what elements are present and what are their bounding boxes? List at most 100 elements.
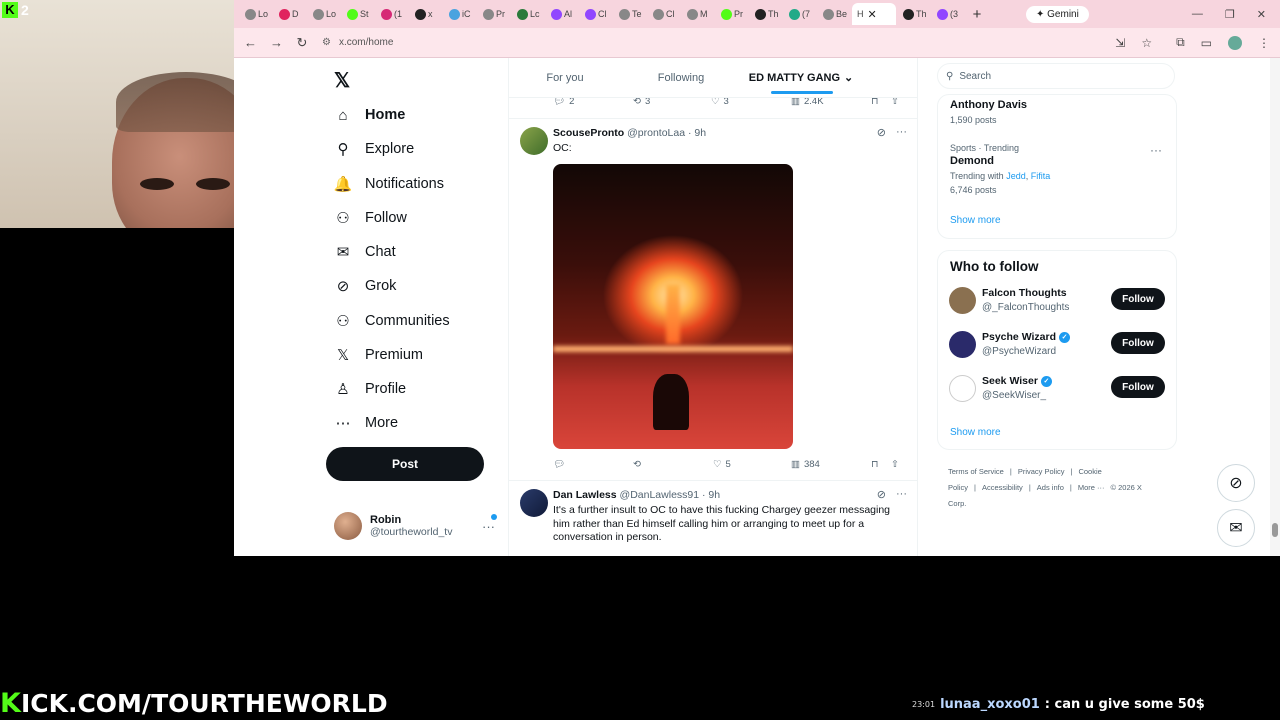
browser-tab[interactable]: Cl xyxy=(580,3,612,25)
trend-name[interactable]: Anthony Davis xyxy=(950,99,1027,111)
footer-link[interactable]: More ··· xyxy=(1078,483,1105,492)
tweet-author-name[interactable]: ScousePronto xyxy=(553,127,624,139)
new-tab-button[interactable]: + xyxy=(966,6,988,23)
grok-float-icon[interactable]: ⊘ xyxy=(1217,464,1255,502)
tweet-author-avatar[interactable] xyxy=(520,489,548,517)
nav-item-profile[interactable]: ♙ Profile xyxy=(334,380,406,398)
nav-item-home[interactable]: ⌂ Home xyxy=(334,106,405,124)
nav-item-communities[interactable]: ⚇ Communities xyxy=(334,312,449,330)
views-button[interactable]: ▥ 384 xyxy=(791,459,871,470)
search-input[interactable]: ⚲ Search xyxy=(937,63,1175,89)
tweet[interactable]: ScousePronto @prontoLaa · 9h ⊘ ··· OC: 💬︎… xyxy=(509,118,917,478)
browser-tab[interactable]: Pr xyxy=(478,3,510,25)
grok-icon[interactable]: ⊘ xyxy=(877,126,886,139)
footer-link[interactable]: Accessibility xyxy=(982,483,1023,492)
follow-suggestion[interactable]: Psyche Wizard ✓ @PsycheWizard Follow xyxy=(949,329,1169,363)
suggestion-avatar[interactable] xyxy=(949,375,976,402)
trend-more-icon[interactable]: ··· xyxy=(1150,143,1162,157)
repost-button[interactable]: ⟲ xyxy=(633,459,713,470)
follow-suggestion[interactable]: Seek Wiser ✓ @SeekWiser_ Follow xyxy=(949,373,1169,407)
x-logo-icon[interactable]: 𝕏 xyxy=(334,68,350,93)
url-text[interactable]: x.com/home xyxy=(339,37,393,48)
follow-button[interactable]: Follow xyxy=(1111,332,1165,354)
footer-link[interactable]: Ads info xyxy=(1037,483,1064,492)
browser-tab[interactable]: Be xyxy=(818,3,850,25)
tweet[interactable]: Dan Lawless @DanLawless91 · 9h ⊘ ··· It's… xyxy=(509,480,917,556)
restore-icon[interactable]: ❐ xyxy=(1225,8,1235,21)
sidebar-icon[interactable]: ▭ xyxy=(1201,36,1212,50)
post-button[interactable]: Post xyxy=(326,447,484,481)
like-button[interactable]: ♡ 5 xyxy=(713,459,791,470)
close-window-icon[interactable]: ✕ xyxy=(1257,8,1266,21)
browser-tab[interactable]: Lo xyxy=(308,3,340,25)
tweet-image[interactable] xyxy=(553,164,793,449)
grok-icon[interactable]: ⊘ xyxy=(877,488,886,501)
forward-icon[interactable]: → xyxy=(270,35,283,50)
browser-tab[interactable]: Cl xyxy=(648,3,680,25)
show-more-follow-link[interactable]: Show more xyxy=(950,427,1001,438)
browser-tab[interactable]: (1 xyxy=(376,3,408,25)
browser-tab[interactable]: x xyxy=(410,3,442,25)
nav-item-notifications[interactable]: 🔔 Notifications xyxy=(334,175,444,193)
menu-kebab-icon[interactable]: ⋮ xyxy=(1258,36,1270,50)
suggestion-name[interactable]: Seek Wiser ✓ xyxy=(982,375,1052,387)
back-icon[interactable]: ← xyxy=(244,35,257,50)
install-icon[interactable]: ⇲ xyxy=(1115,36,1125,50)
reply-button[interactable]: 💬︎ xyxy=(553,459,633,470)
chevron-down-icon[interactable]: ⌄ xyxy=(844,71,853,84)
nav-item-follow[interactable]: ⚇ Follow xyxy=(334,209,407,227)
browser-tab[interactable]: Lo xyxy=(240,3,272,25)
suggestion-avatar[interactable] xyxy=(949,331,976,358)
browser-tab[interactable]: D xyxy=(274,3,306,25)
browser-tab[interactable]: Te xyxy=(614,3,646,25)
tweet-author-name[interactable]: Dan Lawless xyxy=(553,489,617,501)
footer-link[interactable]: Privacy Policy xyxy=(1018,467,1065,476)
suggestion-name[interactable]: Psyche Wizard ✓ xyxy=(982,331,1071,343)
suggestion-name[interactable]: Falcon Thoughts xyxy=(982,287,1067,299)
tweet-more-icon[interactable]: ··· xyxy=(896,126,907,139)
suggestion-avatar[interactable] xyxy=(949,287,976,314)
follow-button[interactable]: Follow xyxy=(1111,288,1165,310)
profile-avatar-icon[interactable] xyxy=(1228,35,1242,50)
nav-item-explore[interactable]: ⚲ Explore xyxy=(334,140,415,158)
account-more-icon[interactable]: ··· xyxy=(482,519,495,534)
browser-tab[interactable]: M xyxy=(682,3,714,25)
follow-button[interactable]: Follow xyxy=(1111,376,1165,398)
browser-tab[interactable]: (7 xyxy=(784,3,816,25)
share-icon[interactable]: ⇧ xyxy=(891,459,899,470)
tweet-author-avatar[interactable] xyxy=(520,127,548,155)
browser-tab[interactable]: (3 xyxy=(932,3,964,25)
show-more-trends-link[interactable]: Show more xyxy=(950,215,1001,226)
messages-float-icon[interactable]: ✉ xyxy=(1217,509,1255,547)
nav-item-more[interactable]: ⋯ More xyxy=(334,414,399,432)
reload-icon[interactable]: ↻ xyxy=(296,35,308,51)
browser-tab[interactable]: Th xyxy=(898,3,930,25)
scrollbar-thumb[interactable] xyxy=(1272,523,1278,537)
follow-suggestion[interactable]: Falcon Thoughts @_FalconThoughts Follow xyxy=(949,285,1169,319)
browser-tab[interactable]: Th xyxy=(750,3,782,25)
tab-ed-matty-gang[interactable]: ED MATTY GANG ⌄ xyxy=(741,58,861,97)
address-bar[interactable]: ⚙ x.com/home xyxy=(322,32,393,54)
close-tab-icon[interactable]: ✕ xyxy=(868,8,877,21)
bookmark-star-icon[interactable]: ☆ xyxy=(1141,36,1152,50)
account-switcher[interactable]: Robin @tourtheworld_tv ··· xyxy=(334,512,497,540)
nav-item-chat[interactable]: ✉ Chat xyxy=(334,243,396,261)
browser-tab[interactable]: Al xyxy=(546,3,578,25)
trend-related-link[interactable]: Jedd xyxy=(1006,171,1026,181)
minimize-icon[interactable]: — xyxy=(1192,8,1203,21)
bookmark-icon[interactable]: ⊓ xyxy=(871,459,891,470)
browser-tab-active[interactable]: H ✕ xyxy=(852,3,896,25)
tab-for-you[interactable]: For you xyxy=(509,58,621,97)
nav-item-grok[interactable]: ⊘ Grok xyxy=(334,277,397,295)
trend-name[interactable]: Demond xyxy=(950,155,994,167)
extensions-icon[interactable]: ⧉ xyxy=(1176,35,1185,50)
browser-tab[interactable]: Lc xyxy=(512,3,544,25)
page-scrollbar[interactable] xyxy=(1270,58,1280,556)
tab-following[interactable]: Following xyxy=(621,58,741,97)
browser-tab[interactable]: Pr xyxy=(716,3,748,25)
browser-tab[interactable]: St xyxy=(342,3,374,25)
trend-related-link[interactable]: Fifita xyxy=(1031,171,1051,181)
browser-tab[interactable]: iC xyxy=(444,3,476,25)
footer-link[interactable]: Terms of Service xyxy=(948,467,1004,476)
site-info-icon[interactable]: ⚙ xyxy=(322,37,331,48)
